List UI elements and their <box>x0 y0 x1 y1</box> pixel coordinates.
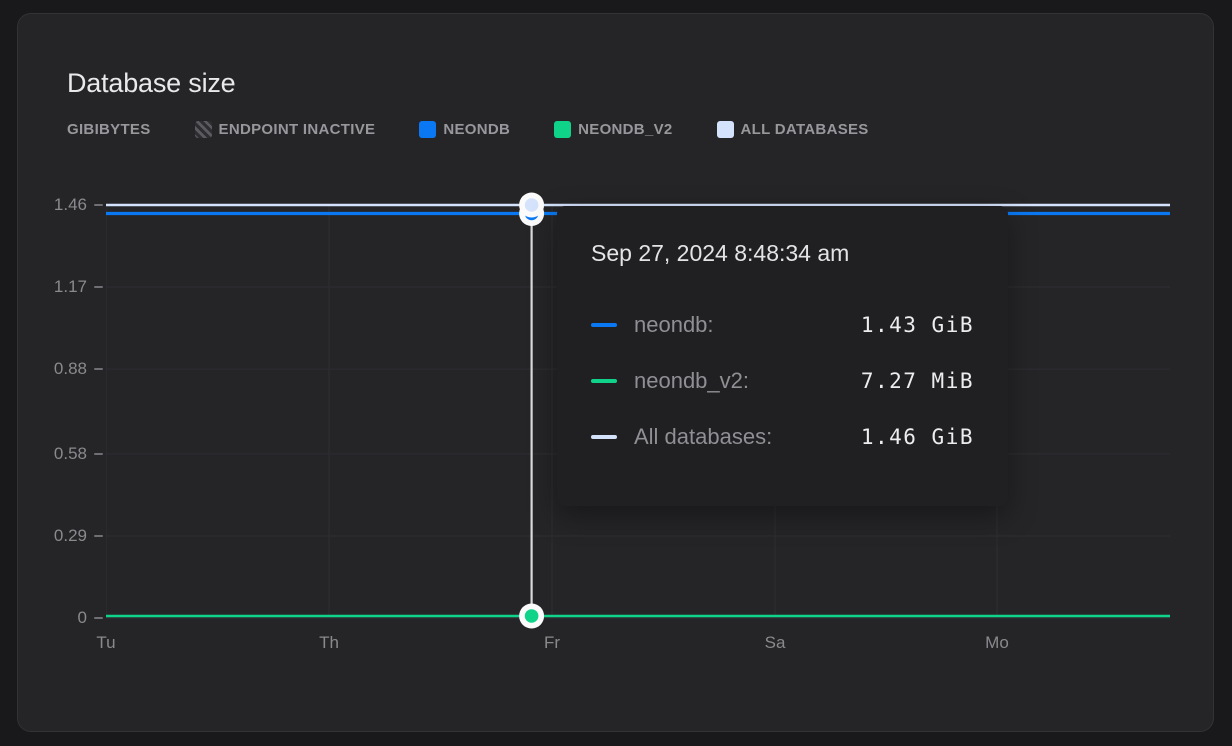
tooltip-row-label: All databases: <box>634 424 772 450</box>
database-size-card: Database size GIBIBYTES ENDPOINT INACTIV… <box>17 13 1214 732</box>
legend-item-label: ENDPOINT INACTIVE <box>219 121 376 138</box>
y-tick: 0.58 <box>54 443 103 465</box>
y-axis-unit-label: GIBIBYTES <box>67 121 151 138</box>
hover-marker-dot-all-databases <box>525 198 539 212</box>
y-tick-mark <box>94 617 103 619</box>
tooltip-row-label: neondb_v2: <box>634 368 749 394</box>
tooltip-rows: neondb: 1.43 GiB neondb_v2: 7.27 MiB All… <box>591 310 974 451</box>
chart-legend: GIBIBYTES ENDPOINT INACTIVE NEONDB NEOND… <box>67 121 869 138</box>
y-tick-label: 1.17 <box>54 277 87 297</box>
legend-item-all-databases[interactable]: ALL DATABASES <box>717 121 869 138</box>
tooltip-row-neondb-v2: neondb_v2: 7.27 MiB <box>591 366 974 395</box>
hover-marker-dot-neondb-v2 <box>525 609 539 623</box>
y-tick-mark <box>94 204 103 206</box>
x-tick-label-fr: Fr <box>544 633 560 653</box>
y-tick: 1.17 <box>54 276 103 298</box>
y-tick: 0.29 <box>54 525 103 547</box>
y-tick-label: 0.29 <box>54 526 87 546</box>
y-tick-label: 0.88 <box>54 359 87 379</box>
tooltip-row-value: 1.43 GiB <box>861 313 974 337</box>
endpoint-inactive-hatch-icon <box>195 121 212 138</box>
y-tick: 0.88 <box>54 358 103 380</box>
tooltip-row-neondb: neondb: 1.43 GiB <box>591 310 974 339</box>
x-tick-label-tu: Tu <box>96 633 115 653</box>
y-tick: 1.46 <box>54 194 103 216</box>
legend-item-neondb-v2[interactable]: NEONDB_V2 <box>554 121 672 138</box>
x-tick-label-mo: Mo <box>985 633 1009 653</box>
y-tick-mark <box>94 286 103 288</box>
neondb-swatch-icon <box>419 121 436 138</box>
card-title: Database size <box>67 68 236 98</box>
legend-item-endpoint-inactive[interactable]: ENDPOINT INACTIVE <box>195 121 376 138</box>
y-tick-label: 0.58 <box>54 444 87 464</box>
x-axis: TuThFrSaMo <box>106 633 1170 657</box>
legend-item-label: NEONDB_V2 <box>578 121 672 138</box>
legend-item-label: ALL DATABASES <box>741 121 869 138</box>
neondb-v2-line-swatch-icon <box>591 379 617 383</box>
x-tick-label-sa: Sa <box>765 633 786 653</box>
all-databases-swatch-icon <box>717 121 734 138</box>
x-tick-label-th: Th <box>319 633 339 653</box>
legend-item-label: NEONDB <box>443 121 510 138</box>
y-tick-mark <box>94 535 103 537</box>
tooltip-row-value: 7.27 MiB <box>861 369 974 393</box>
tooltip-row-all-databases: All databases: 1.46 GiB <box>591 422 974 451</box>
y-axis: 1.46 1.17 0.88 0.58 0.29 0 <box>31 189 103 631</box>
neondb-line-swatch-icon <box>591 323 617 327</box>
chart-tooltip: Sep 27, 2024 8:48:34 am neondb: 1.43 GiB… <box>557 206 1008 506</box>
y-tick-mark <box>94 368 103 370</box>
y-tick: 0 <box>78 607 103 629</box>
y-tick-label: 0 <box>78 608 87 628</box>
tooltip-row-value: 1.46 GiB <box>861 425 974 449</box>
all-databases-line-swatch-icon <box>591 435 617 439</box>
legend-item-neondb[interactable]: NEONDB <box>419 121 510 138</box>
neondb-v2-swatch-icon <box>554 121 571 138</box>
tooltip-timestamp: Sep 27, 2024 8:48:34 am <box>591 239 974 268</box>
tooltip-row-label: neondb: <box>634 312 714 338</box>
y-tick-label: 1.46 <box>54 195 87 215</box>
y-tick-mark <box>94 453 103 455</box>
